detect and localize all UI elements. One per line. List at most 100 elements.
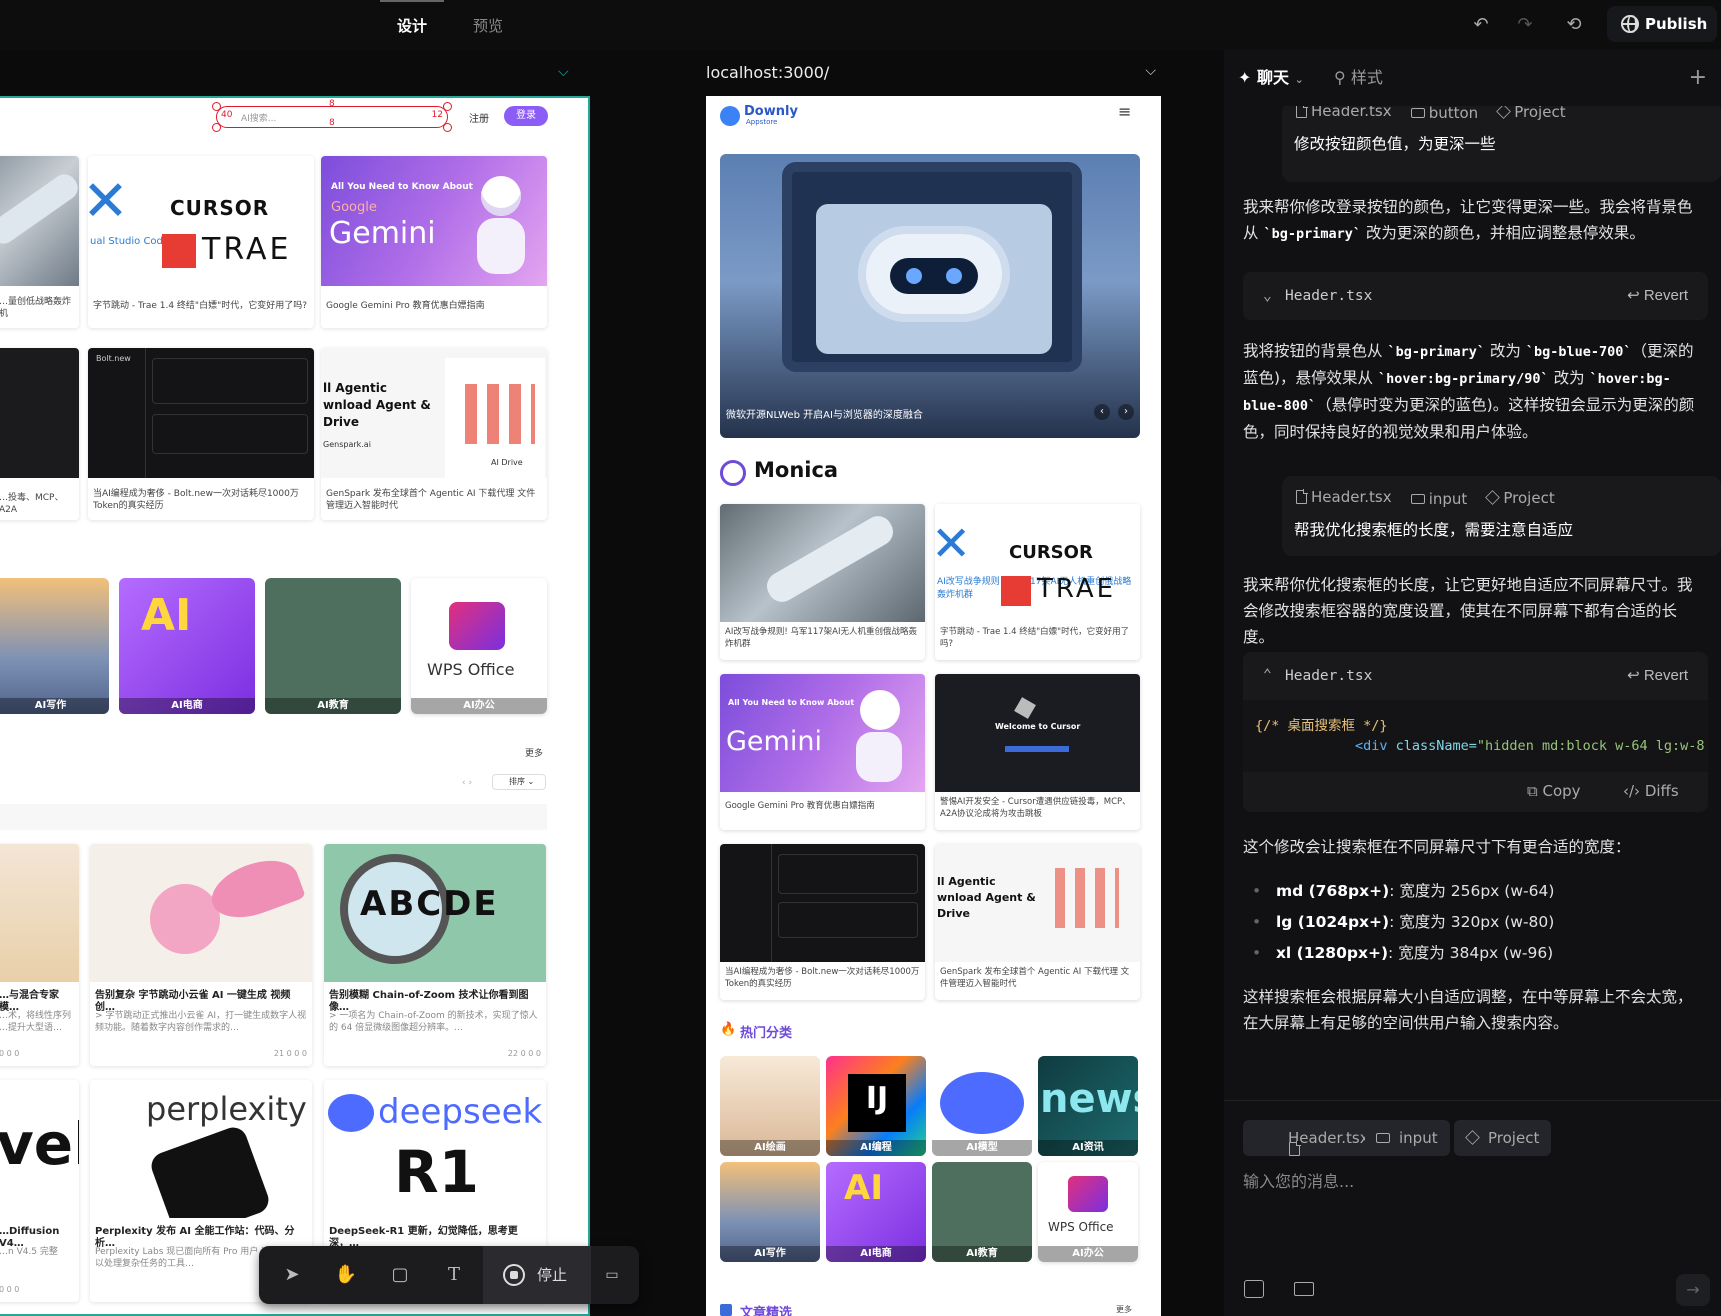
article-card[interactable]: All You Need to Know About Google Gemini… (321, 156, 547, 328)
file-change-collapsed[interactable]: ⌄ Header.tsx ↩ Revert (1243, 272, 1708, 320)
category-card[interactable]: WPS Office AI办公 (1038, 1162, 1138, 1262)
category-card[interactable]: AI教育 (265, 578, 401, 714)
article-card[interactable]: ll Agentic wnload Agent & Drive GenSpark… (935, 844, 1140, 1000)
cursor-logo: CURSOR (170, 196, 270, 220)
revert-button[interactable]: ↩ Revert (1627, 272, 1688, 320)
deepseek-whale-icon (328, 1094, 374, 1132)
category-card[interactable]: WPS Office AI办公 (411, 578, 547, 714)
resize-handle[interactable] (443, 102, 452, 111)
url-bar[interactable]: localhost:3000/⌵ (706, 58, 1156, 88)
resize-handle[interactable] (212, 102, 221, 111)
robot-illustration (481, 176, 521, 216)
category-card[interactable]: AI教育 (932, 1162, 1032, 1262)
revert-button[interactable]: ↩ Revert (1627, 652, 1688, 700)
hero-caption: 微软开源NLWeb 开启AI与浏览器的深度融合 (726, 410, 923, 421)
tab-preview[interactable]: 预览 (473, 0, 503, 50)
file-change-expanded[interactable]: ⌃ Header.tsx ↩ Revert {/* 桌面搜索框 */} <div c… (1243, 652, 1708, 812)
article-card[interactable]: vel …Diffusion V4… …n V4.5 完整 0 0 0 (0, 1080, 79, 1302)
category-card[interactable]: AI AI电商 (826, 1162, 926, 1262)
register-link[interactable]: 注册 (469, 110, 489, 125)
wps-logo (449, 602, 505, 650)
context-chip[interactable]: Header.tsx (1243, 1120, 1381, 1156)
article-card[interactable]: AI改写战争规则! 乌军117架AI无人机重创俄战略轰炸机群 (720, 504, 925, 660)
category-card[interactable]: AI绘画 (720, 1056, 820, 1156)
more-link[interactable]: 更多 (525, 746, 543, 759)
article-card[interactable]: Welcome to Cursor 警惕AI开发安全 - Cursor遭遇供应链… (935, 674, 1140, 830)
card-thumbnail: deepseek R1 (324, 1080, 546, 1218)
user-message: Header.tsx input Project 帮我优化搜索框的长度，需要注意… (1282, 476, 1721, 556)
article-card[interactable]: 当AI编程成为奢侈 - Bolt.new一次对话耗尽1000万Token的真实经… (720, 844, 925, 1000)
assistant-reply: 我将按钮的背景色从 `bg-primary` 改为 `bg-blue-700`（… (1243, 342, 1695, 441)
article-card[interactable]: Bolt.new 当AI编程成为奢侈 - Bolt.new一次对话耗尽1000万… (88, 348, 314, 520)
vscode-logo: ✕ (88, 169, 129, 234)
resize-handle[interactable] (443, 123, 452, 132)
selected-search-box[interactable]: AI搜索... 40 12 8 8 (212, 99, 452, 132)
login-button[interactable]: 登录 (504, 106, 548, 126)
dim-top: 8 (329, 99, 335, 109)
article-card[interactable]: …量创低战略轰炸机 (0, 156, 79, 328)
chat-panel: ✦ 聊天 ⌄ ⚲ 样式 + Header.tsx button Project … (1224, 50, 1721, 1316)
rectangle-icon[interactable]: ▢ (387, 1262, 413, 1288)
context-chip[interactable]: Project (1454, 1120, 1552, 1156)
redo-icon[interactable]: ↷ (1512, 12, 1538, 38)
article-card[interactable]: …投毒、MCP、A2A (0, 348, 79, 520)
site-logo[interactable]: Downly (744, 104, 798, 119)
article-card[interactable]: ✕ ual Studio Code CURSOR TRAE 字节跳动 - Tra… (88, 156, 314, 328)
design-canvas[interactable]: AI搜索... 40 12 8 8 注册 登录 …量创低战略轰炸机 ✕ ual … (0, 96, 590, 1316)
sort-dropdown[interactable]: 排序 ⌄ (492, 774, 546, 790)
hero-carousel[interactable]: 微软开源NLWeb 开启AI与浏览器的深度融合 ‹ › (720, 154, 1140, 438)
dim-left: 40 (221, 110, 233, 120)
send-button[interactable]: → (1676, 1274, 1710, 1306)
category-card[interactable]: AI模型 (932, 1056, 1032, 1156)
category-card[interactable]: IJ AI编程 (826, 1056, 926, 1156)
gemini-logo: Gemini (329, 216, 436, 251)
screen-icon[interactable] (1294, 1282, 1314, 1296)
search-placeholder: AI搜索... (241, 114, 277, 124)
bullet-item: • md (768px+): 宽度为 256px (w-64) (1252, 882, 1555, 900)
tab-design[interactable]: 设计 (379, 0, 445, 50)
context-chip[interactable]: input (1365, 1120, 1450, 1156)
publish-button[interactable]: Publish (1607, 6, 1717, 42)
article-card[interactable]: All You Need to Know About Gemini Google… (720, 674, 925, 830)
terminal-icon[interactable]: ▭ (599, 1262, 625, 1288)
article-card[interactable]: ABCDE 告别模糊 Chain-of-Zoom 技术让你看到图像… > 一项名… (324, 844, 546, 1066)
pointer-icon[interactable]: ➤ (279, 1262, 305, 1288)
chevron-down-icon[interactable]: ⌄ (1263, 272, 1272, 320)
top-bar: 设计 预览 ↶ ↷ ⟲ Publish (0, 0, 1721, 50)
category-card[interactable]: AI写作 (720, 1162, 820, 1262)
canvas-toolbar: ➤ ✋ ▢ T 停止 ▭ (259, 1246, 639, 1304)
article-card[interactable]: ll Agentic wnload Agent & Drive Genspark… (321, 348, 547, 520)
add-icon[interactable]: + (1689, 50, 1707, 106)
category-card[interactable]: news AI资讯 (1038, 1056, 1138, 1156)
hand-icon[interactable]: ✋ (333, 1262, 359, 1288)
category-card[interactable]: AI写作 (0, 578, 109, 714)
chevron-down-icon[interactable]: ⌵ (1145, 56, 1156, 86)
monica-icon (720, 460, 746, 486)
article-card[interactable]: ✕ AI改写战争规则! 乌军117架AI无人机重创俄战略轰炸机群 CURSOR … (935, 504, 1140, 660)
chat-scroll[interactable]: Header.tsx button Project 修改按钮颜色值，为更深一些 … (1224, 106, 1721, 1150)
history-icon[interactable]: ⟲ (1561, 12, 1587, 38)
tab-style[interactable]: ⚲ 样式 (1334, 50, 1383, 106)
card-thumbnail (0, 844, 79, 982)
copy-button[interactable]: ⧉ Copy (1527, 782, 1581, 800)
chat-input[interactable]: 输入您的消息... (1243, 1168, 1354, 1192)
stop-icon (503, 1264, 525, 1286)
article-card[interactable]: …与混合专家模… …术，将线性序列 …提升大型语… 0 0 0 (0, 844, 79, 1066)
text-icon[interactable]: T (441, 1262, 467, 1288)
resize-handle[interactable] (212, 123, 221, 132)
image-upload-icon[interactable] (1244, 1280, 1264, 1298)
preview-pane[interactable]: Downly Appstore ≡ 微软开源NLWeb 开启AI与浏览器的深度融… (706, 96, 1161, 1316)
stop-button[interactable]: 停止 (483, 1246, 591, 1304)
prev-slide-button[interactable]: ‹ (1094, 404, 1110, 420)
article-card[interactable]: 告别复杂 字节跳动小云雀 AI 一键生成 视频创… > 字节跳动正式推出小云雀 … (90, 844, 312, 1066)
chevron-down-icon[interactable]: ⌵ (558, 64, 569, 80)
undo-icon[interactable]: ↶ (1468, 12, 1494, 38)
tab-chat[interactable]: ✦ 聊天 ⌄ (1238, 50, 1304, 106)
next-slide-button[interactable]: › (1118, 404, 1134, 420)
more-link[interactable]: 更多 (1116, 1304, 1132, 1315)
category-card[interactable]: AI AI电商 (119, 578, 255, 714)
chevron-up-icon[interactable]: ⌃ (1263, 651, 1272, 699)
menu-icon[interactable]: ≡ (1118, 102, 1131, 121)
pager-arrows[interactable]: ‹ › (462, 778, 472, 788)
diffs-button[interactable]: ‹/› Diffs (1623, 782, 1679, 800)
